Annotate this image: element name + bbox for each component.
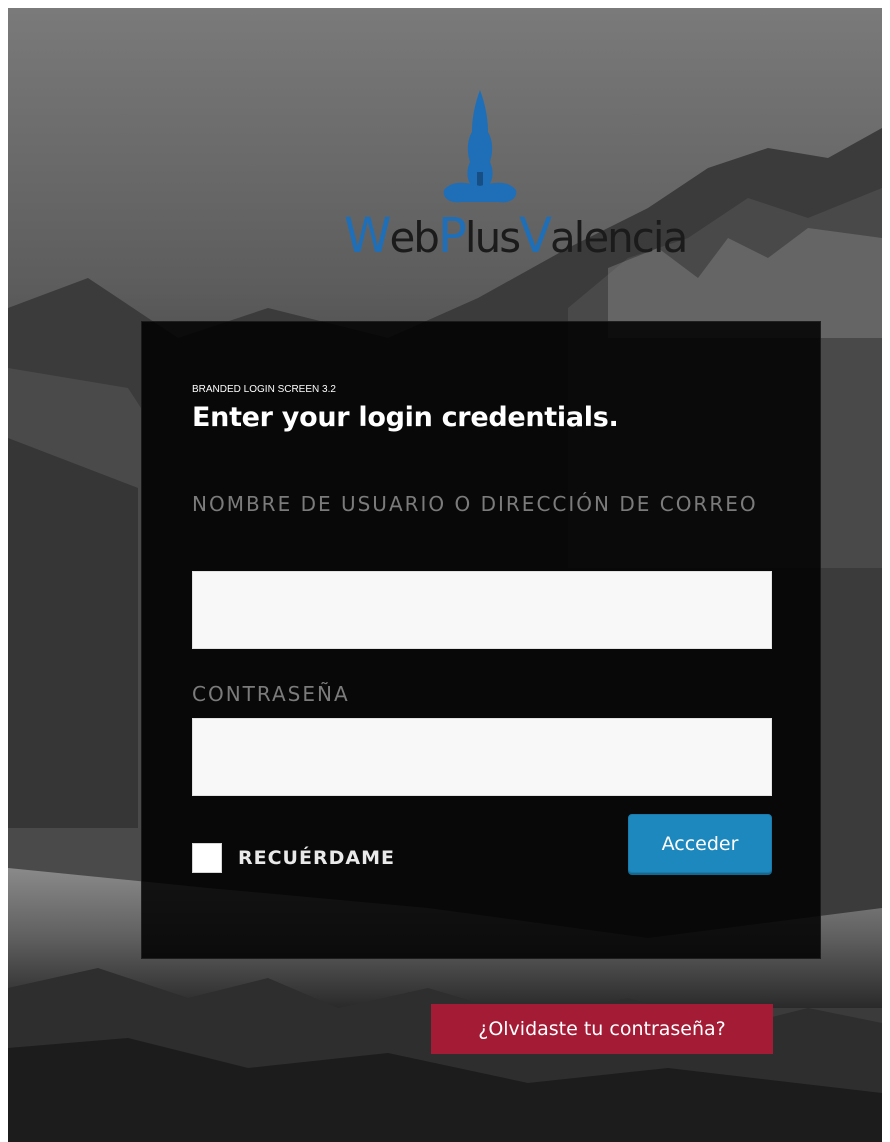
lost-password-link[interactable]: ¿Olvidaste tu contraseña?	[431, 1004, 773, 1054]
brand-logo: WebPlusValencia	[338, 86, 688, 276]
logo-letter: lus	[464, 213, 521, 262]
login-button[interactable]: Acceder	[628, 814, 772, 873]
logo-letter: eb	[389, 213, 439, 262]
logo-letter: alencia	[549, 213, 688, 262]
logo-letter: P	[437, 208, 467, 264]
logo-wordmark: WebPlusValencia	[344, 206, 688, 266]
username-input[interactable]	[192, 571, 772, 649]
logo-letter: V	[519, 208, 552, 264]
password-input[interactable]	[192, 718, 772, 796]
password-label: CONTRASEÑA	[192, 682, 350, 706]
remember-me-checkbox[interactable]	[192, 843, 222, 873]
username-label: NOMBRE DE USUARIO O DIRECCIÓN DE CORREO	[192, 492, 758, 516]
remember-me[interactable]: RECUÉRDAME	[192, 843, 395, 873]
remember-me-label: RECUÉRDAME	[238, 847, 395, 869]
login-form: BRANDED LOGIN SCREEN 3.2 Enter your logi…	[141, 321, 821, 959]
pine-tree-logo-icon	[443, 90, 517, 203]
logo-letter: W	[344, 208, 391, 264]
plugin-version-label: BRANDED LOGIN SCREEN 3.2	[192, 384, 336, 395]
login-screen: WebPlusValencia BRANDED LOGIN SCREEN 3.2…	[8, 8, 882, 1142]
login-title: Enter your login credentials.	[192, 402, 619, 433]
